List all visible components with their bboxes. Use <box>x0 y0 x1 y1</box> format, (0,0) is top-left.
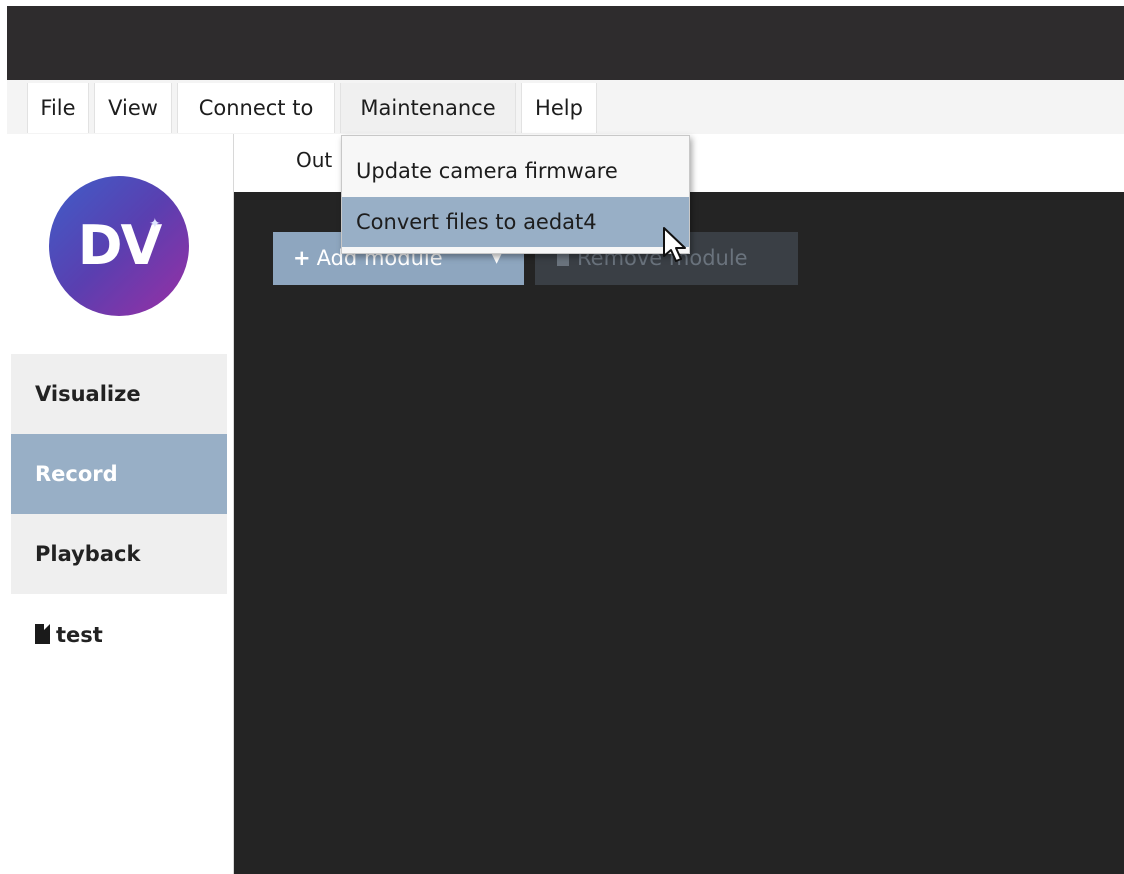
file-icon <box>35 624 50 644</box>
app-window: File View Connect to Maintenance Help DV… <box>0 0 1124 874</box>
title-bar <box>7 6 1124 80</box>
sparkle-icon: ✦ <box>149 216 161 232</box>
sidebar-item-visualize[interactable]: Visualize <box>11 354 227 434</box>
plus-icon: + <box>293 246 311 270</box>
menu-help[interactable]: Help <box>521 83 597 133</box>
menu-file[interactable]: File <box>27 83 89 133</box>
menu-maintenance[interactable]: Maintenance <box>340 83 516 133</box>
menu-item-convert-aedat4[interactable]: Convert files to aedat4 <box>342 197 689 247</box>
sidebar-item-playback[interactable]: Playback <box>11 514 227 594</box>
dv-logo: DV ✦ <box>49 176 189 316</box>
logo-text: DV <box>77 214 163 277</box>
sidebar-file-label: test <box>56 623 103 647</box>
window-edge <box>0 0 7 874</box>
menu-item-update-firmware[interactable]: Update camera firmware <box>342 146 689 196</box>
menu-view[interactable]: View <box>94 83 172 133</box>
menu-connect-to[interactable]: Connect to <box>177 83 335 133</box>
module-workspace[interactable] <box>234 192 1124 874</box>
sidebar-file-test[interactable]: test <box>35 618 103 652</box>
mouse-cursor-icon <box>663 227 686 262</box>
sidebar-item-record[interactable]: Record <box>11 434 227 514</box>
maintenance-dropdown: Update camera firmware Convert files to … <box>341 135 690 254</box>
tab-output[interactable]: Out <box>296 145 332 175</box>
